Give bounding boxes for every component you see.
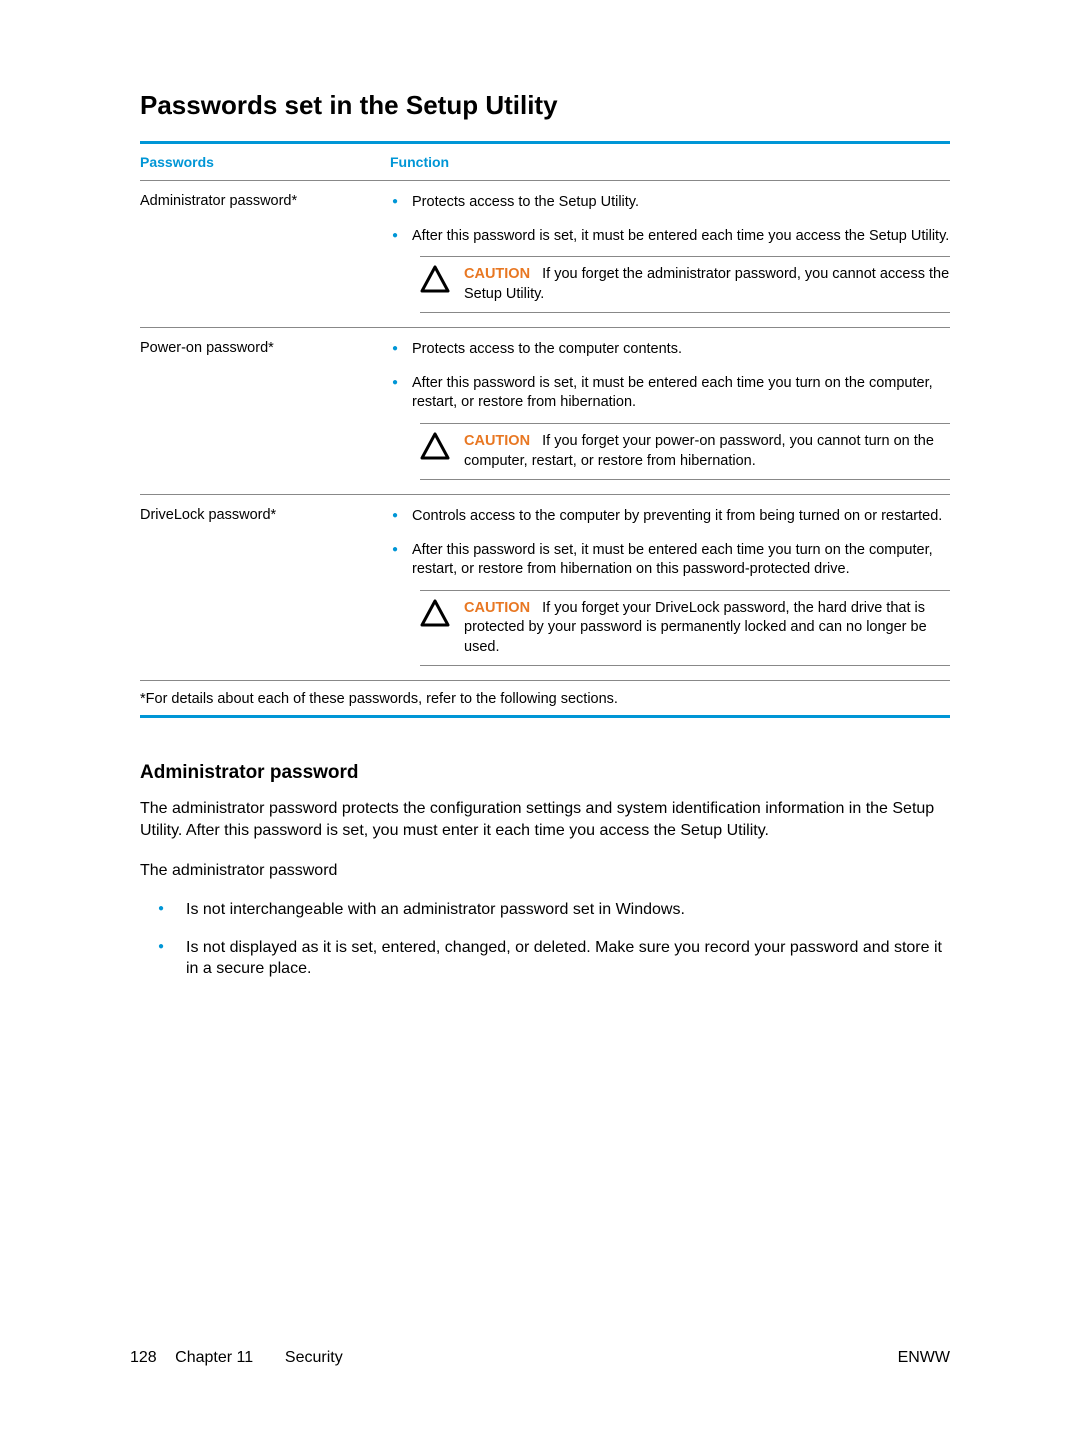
caution-label: CAUTION bbox=[464, 600, 530, 616]
section-heading: Administrator password bbox=[140, 762, 950, 784]
header-passwords: Passwords bbox=[140, 154, 390, 170]
caution-icon bbox=[420, 432, 450, 460]
password-table: Passwords Function Administrator passwor… bbox=[140, 141, 950, 718]
caution-icon bbox=[420, 599, 450, 627]
function-bullet: After this password is set, it must be e… bbox=[412, 374, 950, 413]
table-row: Administrator password* Protects access … bbox=[140, 181, 950, 328]
chapter-title: Security bbox=[285, 1349, 343, 1366]
password-name: Power-on password* bbox=[140, 340, 390, 480]
function-bullet: After this password is set, it must be e… bbox=[412, 541, 950, 580]
caution-text: CAUTION If you forget the administrator … bbox=[464, 265, 950, 304]
caution-text: CAUTION If you forget your DriveLock pas… bbox=[464, 599, 950, 658]
table-footnote: *For details about each of these passwor… bbox=[140, 681, 950, 715]
chapter-label: Chapter 11 bbox=[175, 1349, 253, 1366]
table-header-row: Passwords Function bbox=[140, 154, 950, 181]
function-bullet: Protects access to the computer contents… bbox=[412, 340, 950, 360]
footer-right: ENWW bbox=[898, 1349, 950, 1367]
caution-label: CAUTION bbox=[464, 266, 530, 282]
function-bullet: Controls access to the computer by preve… bbox=[412, 507, 950, 527]
password-name: Administrator password* bbox=[140, 193, 390, 313]
body-paragraph: The administrator password protects the … bbox=[140, 798, 950, 841]
caution-label: CAUTION bbox=[464, 433, 530, 449]
caution-box: CAUTION If you forget your power-on pass… bbox=[420, 423, 950, 480]
body-bullet: Is not displayed as it is set, entered, … bbox=[186, 937, 950, 980]
caution-box: CAUTION If you forget the administrator … bbox=[420, 256, 950, 313]
caution-icon bbox=[420, 265, 450, 293]
table-row: DriveLock password* Controls access to t… bbox=[140, 495, 950, 681]
caution-box: CAUTION If you forget your DriveLock pas… bbox=[420, 590, 950, 667]
page-number: 128 bbox=[130, 1349, 157, 1366]
body-bullet: Is not interchangeable with an administr… bbox=[186, 899, 950, 921]
caution-body: If you forget your DriveLock password, t… bbox=[464, 600, 927, 655]
caution-body: If you forget the administrator password… bbox=[464, 266, 949, 302]
function-bullet: After this password is set, it must be e… bbox=[412, 227, 950, 247]
caution-text: CAUTION If you forget your power-on pass… bbox=[464, 432, 950, 471]
caution-body: If you forget your power-on password, yo… bbox=[464, 433, 934, 469]
header-function: Function bbox=[390, 154, 950, 170]
password-name: DriveLock password* bbox=[140, 507, 390, 666]
table-row: Power-on password* Protects access to th… bbox=[140, 328, 950, 495]
page-title: Passwords set in the Setup Utility bbox=[140, 90, 950, 121]
page-footer: 128 Chapter 11 Security ENWW bbox=[130, 1349, 950, 1367]
function-bullet: Protects access to the Setup Utility. bbox=[412, 193, 950, 213]
body-paragraph: The administrator password bbox=[140, 860, 950, 882]
